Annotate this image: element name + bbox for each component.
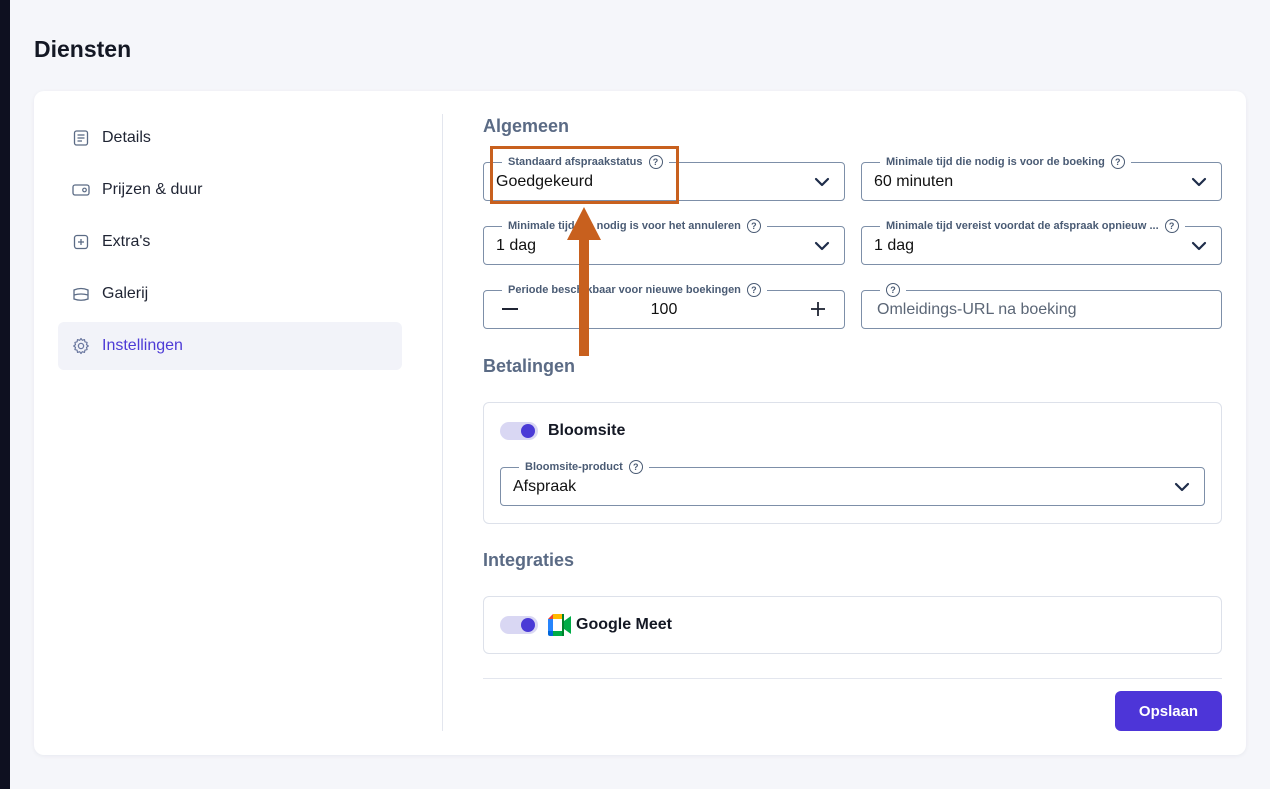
field-label: Minimale tijd vereist voordat de afspraa… xyxy=(886,220,1159,232)
min-reschedule-time-select[interactable]: Minimale tijd vereist voordat de afspraa… xyxy=(861,219,1222,265)
help-icon[interactable]: ? xyxy=(746,219,761,233)
document-icon xyxy=(72,129,90,147)
google-meet-icon xyxy=(548,614,571,636)
sidebar-item-gallery[interactable]: Galerij xyxy=(58,270,402,318)
annotation-arrow-icon xyxy=(567,207,601,356)
help-icon[interactable]: ? xyxy=(1164,219,1179,233)
toggle-knob xyxy=(521,424,535,438)
field-label: Periode beschikbaar voor nieuwe boekinge… xyxy=(508,284,741,296)
field-label: Bloomsite-product xyxy=(525,461,623,473)
bloomsite-product-select[interactable]: Bloomsite-product? Afspraak xyxy=(500,460,1205,506)
google-meet-toggle[interactable] xyxy=(500,616,538,634)
sidebar-item-prices[interactable]: Prijzen & duur xyxy=(58,166,402,214)
help-icon[interactable]: ? xyxy=(746,283,761,297)
field-label: Minimale tijd die nodig is voor de boeki… xyxy=(886,156,1105,168)
integration-box: Google Meet xyxy=(483,596,1222,654)
section-heading-payments: Betalingen xyxy=(483,356,576,376)
wallet-icon xyxy=(72,181,90,199)
section-heading-integrations: Integraties xyxy=(483,550,575,570)
min-cancel-time-select[interactable]: Minimale tijd die nodig is voor het annu… xyxy=(483,219,845,265)
sidebar-item-label: Instellingen xyxy=(102,337,183,354)
annotation-highlight-box xyxy=(490,146,679,204)
chevron-down-icon xyxy=(1174,482,1190,492)
stepper-value[interactable]: 100 xyxy=(484,301,844,319)
window-edge xyxy=(0,0,10,789)
page-title: Diensten xyxy=(34,36,132,62)
sidebar-item-label: Details xyxy=(102,129,151,146)
toggle-knob xyxy=(521,618,535,632)
chevron-down-icon xyxy=(1191,241,1207,251)
gallery-icon xyxy=(72,285,90,303)
chevron-down-icon xyxy=(1191,177,1207,187)
save-button[interactable]: Opslaan xyxy=(1115,691,1222,731)
gear-icon xyxy=(72,337,90,355)
payment-provider-box: Bloomsite Bloomsite-product? Afspraak xyxy=(483,402,1222,524)
help-icon[interactable]: ? xyxy=(628,460,643,474)
select-value: 60 minuten xyxy=(874,173,954,190)
booking-period-stepper: Periode beschikbaar voor nieuwe boekinge… xyxy=(483,283,845,329)
chevron-down-icon xyxy=(814,177,830,187)
redirect-url-input[interactable]: ? Omleidings-URL na boeking xyxy=(861,283,1222,329)
help-icon[interactable]: ? xyxy=(886,283,900,297)
sidebar-item-label: Prijzen & duur xyxy=(102,181,203,198)
integration-name: Google Meet xyxy=(576,616,673,633)
sidebar-item-label: Extra's xyxy=(102,233,151,250)
provider-name: Bloomsite xyxy=(548,422,626,439)
select-value: Afspraak xyxy=(513,478,577,495)
select-value: 1 dag xyxy=(874,237,915,254)
sidebar-item-label: Galerij xyxy=(102,285,149,302)
footer-divider xyxy=(483,678,1222,679)
bloomsite-toggle[interactable] xyxy=(500,422,538,440)
sidebar-item-settings[interactable]: Instellingen xyxy=(58,322,402,370)
chevron-down-icon xyxy=(814,241,830,251)
sidebar-item-details[interactable]: Details xyxy=(58,114,402,162)
vertical-divider xyxy=(442,114,443,731)
help-icon[interactable]: ? xyxy=(1110,155,1125,169)
field-label: Minimale tijd die nodig is voor het annu… xyxy=(508,220,741,232)
min-booking-time-select[interactable]: Minimale tijd die nodig is voor de boeki… xyxy=(861,155,1222,201)
section-heading-general: Algemeen xyxy=(483,116,570,136)
select-value: 1 dag xyxy=(496,237,537,254)
sidebar-item-extras[interactable]: Extra's xyxy=(58,218,402,266)
plus-box-icon xyxy=(72,233,90,251)
input-placeholder: Omleidings-URL na boeking xyxy=(877,301,1077,318)
plus-icon[interactable] xyxy=(808,299,828,319)
